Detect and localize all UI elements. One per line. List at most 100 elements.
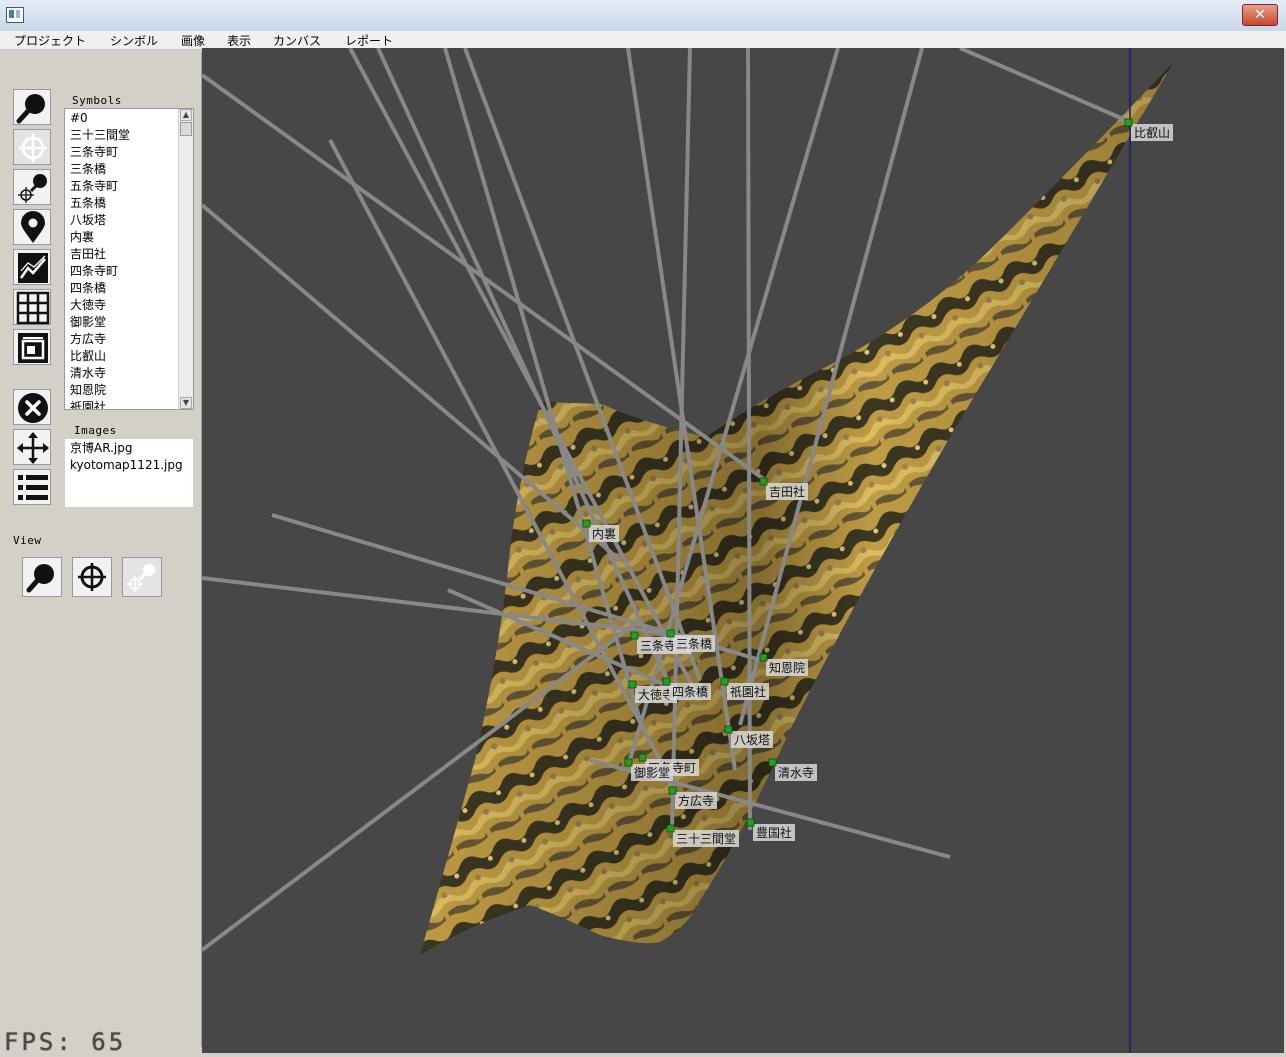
marker-label: 比叡山	[1134, 125, 1170, 140]
marker-square-icon[interactable]	[720, 677, 729, 686]
symbol-list-item[interactable]: 祇園社	[65, 399, 193, 409]
marker-square-icon[interactable]	[759, 477, 768, 486]
zoom-tool-button[interactable]	[13, 89, 51, 125]
crosshair-icon	[19, 134, 47, 162]
marker-label: 八坂塔	[734, 733, 770, 747]
marker-square-icon[interactable]	[662, 677, 671, 686]
crosshair-icon	[78, 563, 106, 591]
close-circle-icon	[18, 393, 48, 423]
delete-tool-button[interactable]	[13, 389, 51, 425]
symbol-list-item[interactable]: 比叡山	[65, 348, 193, 365]
marker-square-icon[interactable]	[746, 818, 755, 827]
symbol-list-item[interactable]: 大徳寺	[65, 297, 193, 314]
magnifier-icon	[26, 564, 54, 593]
marker-square-icon[interactable]	[624, 758, 633, 767]
title-bar: ✕	[0, 0, 1286, 32]
symbol-list-item[interactable]: 三条寺町	[65, 144, 193, 161]
symbol-list-item[interactable]: 吉田社	[65, 246, 193, 263]
bullet-list-icon	[18, 475, 48, 500]
marker-square-icon[interactable]	[630, 631, 639, 640]
close-button[interactable]: ✕	[1242, 4, 1278, 26]
map-marker[interactable]: 比叡山	[1124, 118, 1173, 141]
menu-project[interactable]: プロジェクト	[14, 32, 86, 49]
symbol-list-item[interactable]: 四条寺町	[65, 263, 193, 280]
line-graph-icon	[18, 253, 48, 283]
symbol-list-item[interactable]: 方広寺	[65, 331, 193, 348]
symbols-scrollbar[interactable]: ▲ ▼	[178, 109, 193, 409]
move-arrows-icon	[17, 432, 49, 464]
zoom-crosshair-icon	[127, 564, 155, 592]
map-canvas[interactable]: 比叡山吉田社内裏三条寺町三条橋知恩院大徳寺四条橋祇園社八坂塔四条寺町御影堂清水寺…	[202, 48, 1284, 1053]
symbol-list-item[interactable]: 四条橋	[65, 280, 193, 297]
images-list[interactable]: 京博AR.jpg kyotomap1121.jpg	[64, 438, 194, 508]
images-label: Images	[74, 424, 117, 437]
symbol-list-item[interactable]: 清水寺	[65, 365, 193, 382]
grid-tool-button[interactable]	[13, 289, 51, 325]
marker-square-icon[interactable]	[668, 786, 677, 795]
symbols-list[interactable]: #0 三十三間堂 三条寺町 三条橋 五条寺町 五条橋 八坂塔 内裏 吉田社 四条寺町 四条橋 大徳寺御…	[64, 108, 194, 410]
symbol-list-item[interactable]: #0	[65, 110, 193, 127]
frame-tool-button[interactable]	[13, 329, 51, 365]
symbol-list-item[interactable]: 五条橋	[65, 195, 193, 212]
symbol-list-item[interactable]: 知恩院	[65, 382, 193, 399]
marker-square-icon[interactable]	[638, 753, 647, 762]
marker-square-icon[interactable]	[1124, 118, 1133, 127]
crosshair-tool-button[interactable]	[13, 129, 51, 165]
zoom-crosshair-icon	[18, 174, 47, 203]
view-label: View	[13, 534, 42, 547]
image-list-item[interactable]: kyotomap1121.jpg	[65, 457, 193, 474]
tool-panel: Symbols #0 三十三間堂 三条寺町 三条橋 五条寺町 五条橋 八坂塔 内裏 吉田社 四条寺…	[4, 52, 202, 1047]
marker-square-icon[interactable]	[666, 824, 675, 833]
map-marker[interactable]: 清水寺	[768, 758, 817, 781]
marker-label: 御影堂	[634, 765, 670, 780]
app-icon	[6, 7, 24, 23]
scroll-thumb[interactable]	[180, 122, 192, 136]
symbol-list-item[interactable]: 三十三間堂	[65, 127, 193, 144]
marker-square-icon[interactable]	[759, 653, 768, 662]
menu-canvas[interactable]: カンバス	[273, 32, 321, 49]
marker-label: 四条橋	[672, 685, 708, 699]
close-icon: ✕	[1254, 7, 1266, 23]
frame-icon	[18, 333, 48, 363]
symbol-list-item[interactable]: 内裏	[65, 229, 193, 246]
view-zoom-button[interactable]	[22, 557, 62, 597]
view-zoom-crosshair-button[interactable]	[122, 557, 162, 597]
marker-label: 三条橋	[676, 637, 712, 651]
marker-label: 方広寺	[678, 793, 714, 808]
marker-square-icon[interactable]	[724, 725, 733, 734]
marker-square-icon[interactable]	[768, 758, 777, 767]
marker-label: 清水寺	[778, 766, 814, 780]
marker-square-icon[interactable]	[666, 629, 675, 638]
scroll-up-arrow-icon[interactable]: ▲	[180, 109, 192, 121]
graph-tool-button[interactable]	[13, 249, 51, 285]
marker-label: 吉田社	[769, 484, 805, 499]
marker-square-icon[interactable]	[582, 519, 591, 528]
scroll-down-arrow-icon[interactable]: ▼	[180, 397, 192, 409]
view-crosshair-button[interactable]	[72, 557, 112, 597]
symbol-list-item[interactable]: 御影堂	[65, 314, 193, 331]
marker-label: 大徳寺	[638, 687, 674, 702]
symbol-list-item[interactable]: 八坂塔	[65, 212, 193, 229]
menu-image[interactable]: 画像	[181, 32, 205, 49]
list-tool-button[interactable]	[13, 469, 51, 505]
marker-tool-button[interactable]	[13, 209, 51, 245]
map-marker[interactable]: 豊国社	[746, 818, 795, 841]
image-list-item[interactable]: 京博AR.jpg	[65, 440, 193, 457]
menu-view[interactable]: 表示	[227, 32, 251, 49]
symbols-label: Symbols	[72, 94, 122, 107]
marker-label: 三十三間堂	[676, 832, 736, 846]
magnifier-icon	[16, 94, 45, 124]
marker-label: 祇園社	[730, 684, 766, 699]
marker-square-icon[interactable]	[628, 680, 637, 689]
menu-symbol[interactable]: シンボル	[110, 32, 158, 49]
zoom-crosshair-tool-button[interactable]	[13, 169, 51, 205]
symbol-list-item[interactable]: 五条寺町	[65, 178, 193, 195]
move-tool-button[interactable]	[13, 429, 51, 465]
symbol-list-item[interactable]: 三条橋	[65, 161, 193, 178]
map-pin-icon	[21, 211, 45, 243]
grid-icon	[16, 291, 50, 325]
marker-label: 知恩院	[769, 661, 805, 675]
fps-counter: FPS: 65	[4, 1028, 127, 1056]
menu-report[interactable]: レポート	[345, 32, 393, 49]
map-canvas-svg[interactable]: 比叡山吉田社内裏三条寺町三条橋知恩院大徳寺四条橋祇園社八坂塔四条寺町御影堂清水寺…	[202, 48, 1284, 1053]
